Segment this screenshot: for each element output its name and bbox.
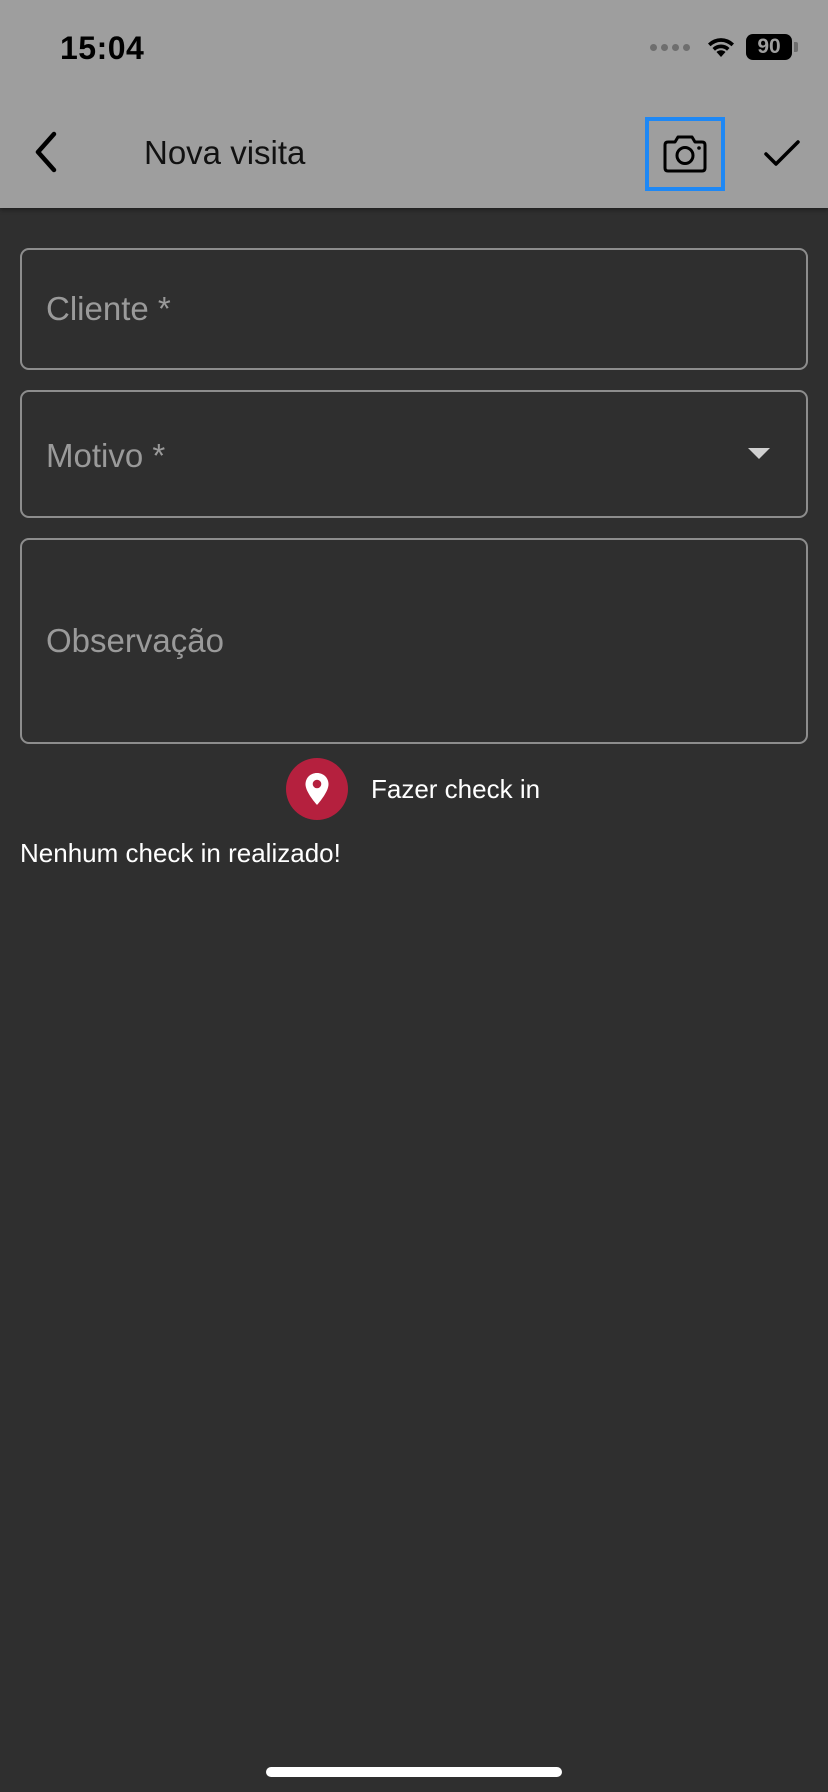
observacao-label: Observação xyxy=(46,622,224,659)
page-title: Nova visita xyxy=(144,134,306,171)
check-in-status-text: Nenhum check in realizado! xyxy=(20,838,341,868)
motivo-select[interactable]: Motivo * xyxy=(20,390,808,518)
home-indicator[interactable] xyxy=(266,1767,562,1777)
check-in-button[interactable]: Fazer check in xyxy=(286,758,540,820)
camera-button[interactable] xyxy=(645,117,725,191)
battery-icon: 90 xyxy=(746,34,798,60)
map-pin-icon xyxy=(286,758,348,820)
check-icon xyxy=(764,140,800,166)
wifi-icon xyxy=(708,38,734,57)
check-in-label: Fazer check in xyxy=(371,773,541,804)
cliente-label: Cliente * xyxy=(46,290,171,327)
screen: 15:04 90 Nova visita Cliente * Motivo * … xyxy=(0,0,828,1792)
camera-icon xyxy=(663,135,707,173)
back-button[interactable] xyxy=(22,122,70,182)
signal-dots-icon xyxy=(650,43,690,51)
save-button[interactable] xyxy=(754,122,810,184)
battery-level: 90 xyxy=(746,34,792,60)
status-icons: 90 xyxy=(650,34,798,60)
cliente-field[interactable]: Cliente * xyxy=(20,248,808,370)
app-header: 15:04 90 Nova visita xyxy=(0,0,828,208)
observacao-field[interactable]: Observação xyxy=(20,538,808,744)
motivo-label: Motivo * xyxy=(46,437,166,474)
chevron-left-icon xyxy=(35,131,57,173)
dropdown-arrow-icon xyxy=(748,448,770,459)
status-time: 15:04 xyxy=(60,30,145,66)
